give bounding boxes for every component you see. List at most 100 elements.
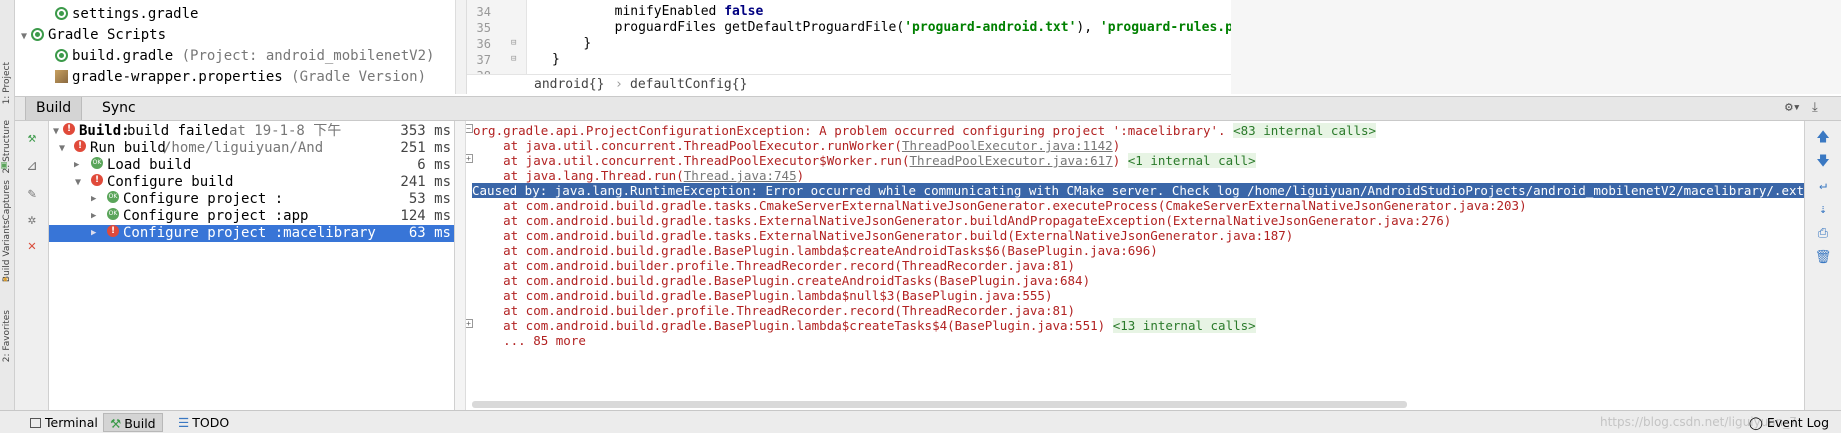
console-line: at com.android.build.gradle.BasePlugin.l… — [473, 288, 1053, 303]
fold-icon[interactable]: − — [466, 124, 473, 133]
build-output-console[interactable]: − org.gradle.api.ProjectConfigurationExc… — [466, 121, 1804, 410]
star-icon: ★ — [2, 272, 9, 285]
fold-icon[interactable]: + — [466, 319, 473, 328]
error-icon: ! — [74, 140, 86, 152]
internal-calls-badge[interactable]: <1 internal call> — [1127, 153, 1256, 168]
internal-calls-badge[interactable]: <13 internal calls> — [1112, 318, 1256, 333]
console-line: at com.android.build.gradle.tasks.Extern… — [473, 213, 1452, 228]
soft-wrap-icon[interactable]: ↵ — [1814, 177, 1832, 195]
chevron-right-icon[interactable]: ▶ — [91, 208, 96, 225]
code-line: } — [583, 36, 592, 51]
chevron-right-icon[interactable]: ▶ — [74, 157, 79, 174]
top-splitter[interactable] — [455, 0, 467, 94]
splitter[interactable] — [455, 121, 466, 410]
console-line: at java.util.concurrent.ThreadPoolExecut… — [473, 138, 1121, 153]
console-line: at com.android.build.gradle.tasks.CmakeS… — [473, 198, 1527, 213]
build-row-duration: 53 ms — [408, 191, 451, 207]
breadcrumb-separator: › — [615, 77, 623, 92]
build-row-duration: 241 ms — [400, 174, 451, 190]
close-icon[interactable]: ✕ — [23, 237, 41, 255]
tree-item-gradle-scripts[interactable]: ▼ Gradle Scripts — [17, 25, 166, 45]
build-tree: ▼ ! Build: build failed at 19-1-8 下午 353… — [49, 121, 455, 410]
error-icon: ! — [107, 225, 119, 237]
tab-todo[interactable]: ☰ TODO — [172, 413, 235, 432]
hammer-icon[interactable]: ⚒ — [23, 129, 41, 147]
chevron-down-icon[interactable]: ▼ — [55, 140, 69, 157]
chevron-down-icon[interactable]: ▼ — [17, 27, 31, 47]
build-tree-row[interactable]: ▶ OK Configure project : 53 ms — [49, 191, 454, 208]
tab-terminal[interactable]: Terminal — [24, 413, 104, 432]
tree-item-settings-gradle[interactable]: settings.gradle — [55, 4, 198, 24]
breadcrumb-android[interactable]: android{} — [534, 75, 604, 94]
source-link[interactable]: ThreadPoolExecutor.java:1142 — [902, 138, 1113, 153]
error-icon: ! — [63, 123, 75, 135]
console-line-selected: Caused by: java.lang.RuntimeException: E… — [472, 183, 1804, 198]
build-row-detail: /home/liguiyuan/Android& — [163, 140, 325, 156]
arrow-down-icon[interactable]: 🡇 — [1814, 153, 1832, 171]
captures-tool-tab[interactable]: Captures — [2, 180, 12, 220]
internal-calls-badge[interactable]: <83 internal calls> — [1233, 123, 1377, 138]
pin-icon[interactable]: ✎ — [23, 185, 41, 203]
event-log-button[interactable]: ◯ Event Log — [1749, 413, 1829, 432]
build-row-detail: build failed — [127, 123, 229, 139]
breadcrumb-default-config[interactable]: defaultConfig{} — [630, 75, 747, 94]
properties-file-icon — [55, 70, 68, 83]
chevron-down-icon[interactable]: ▼ — [71, 174, 85, 191]
editor-right-area — [1231, 0, 1841, 94]
build-toolbar: ⚒ ⊿ ✎ ✲ ✕ — [15, 121, 49, 410]
build-row-label: Build: — [79, 123, 130, 139]
tree-item-build-gradle[interactable]: build.gradle (Project: android_mobilenet… — [55, 46, 434, 66]
build-tree-row[interactable]: ▼ ! Run build /home/liguiyuan/Android& 2… — [49, 140, 454, 157]
build-row-duration: 353 ms — [400, 123, 451, 139]
build-tree-row[interactable]: ▶ OK Configure project :app 124 ms — [49, 208, 454, 225]
build-row-duration: 251 ms — [400, 140, 451, 156]
build-tree-row[interactable]: ▼ ! Configure build 241 ms — [49, 174, 454, 191]
tab-sync[interactable]: Sync — [92, 97, 146, 120]
console-line: at java.lang.Thread.run(Thread.java:745) — [473, 168, 805, 183]
print-icon[interactable]: ⎙ — [1814, 225, 1832, 243]
build-row-label: Configure project :macelibrary — [123, 225, 376, 241]
console-line: at java.util.concurrent.ThreadPoolExecut… — [473, 153, 1256, 168]
filter-icon[interactable]: ⊿ — [23, 157, 41, 175]
source-link[interactable]: ThreadPoolExecutor.java:617 — [910, 153, 1113, 168]
tab-build-bottom[interactable]: ⚒ Build — [103, 413, 163, 432]
scroll-to-end-icon[interactable]: ⇣ — [1814, 201, 1832, 219]
build-tree-row[interactable]: ▼ ! Build: build failed at 19-1-8 下午 353… — [49, 123, 454, 140]
build-row-label: Configure project :app — [123, 208, 309, 224]
code-editor[interactable]: 34 35 36 37 38 ⊟ ⊟ minifyEnabled false p… — [467, 0, 1231, 94]
favorites-tool-tab[interactable]: 2: Favorites — [2, 310, 12, 362]
fold-icon[interactable]: + — [466, 154, 473, 163]
build-tree-row[interactable]: ▶ OK Load build 6 ms — [49, 157, 454, 174]
build-tree-row-selected[interactable]: ▶ ! Configure project :macelibrary 63 ms — [49, 225, 454, 242]
project-tree: settings.gradle ▼ Gradle Scripts build.gr… — [15, 0, 455, 94]
build-row-duration: 6 ms — [417, 157, 451, 173]
build-row-time: at 19-1-8 下午 — [229, 123, 342, 139]
gear-icon[interactable]: ⚙▾ — [1785, 100, 1801, 115]
toggle-view-icon[interactable]: ✲ — [23, 211, 41, 229]
project-tool-tab[interactable]: 1: Project — [2, 62, 12, 104]
arrow-up-icon[interactable]: 🡅 — [1814, 129, 1832, 147]
code-line: minifyEnabled false — [614, 4, 764, 19]
tree-item-gradle-wrapper[interactable]: gradle-wrapper.properties (Gradle Versio… — [55, 67, 426, 87]
build-tool-window-header: Build Sync — [15, 96, 1841, 121]
console-line: at com.android.build.gradle.BasePlugin.l… — [473, 243, 1158, 258]
console-line: at com.android.builder.profile.ThreadRec… — [473, 258, 1076, 273]
chevron-down-icon[interactable]: ▼ — [49, 123, 63, 140]
terminal-icon — [30, 418, 41, 428]
fold-marker-icon[interactable]: ⊟ — [511, 54, 516, 64]
bottom-tool-bar: Terminal ⚒ Build ☰ TODO https://blog.csdn.… — [0, 410, 1841, 433]
fold-marker-icon[interactable]: ⊟ — [511, 38, 516, 48]
chevron-right-icon[interactable]: ▶ — [91, 191, 96, 208]
console-line: at com.android.builder.profile.ThreadRec… — [473, 303, 1076, 318]
gradle-icon — [55, 49, 68, 62]
hammer-icon: ⚒ — [110, 416, 122, 431]
tab-build[interactable]: Build — [25, 97, 83, 120]
chevron-right-icon[interactable]: ▶ — [91, 225, 96, 242]
horizontal-scrollbar[interactable] — [472, 401, 1407, 408]
source-link[interactable]: Thread.java:745 — [684, 168, 797, 183]
hide-icon[interactable]: ⤓ — [1812, 100, 1818, 115]
trash-icon[interactable]: 🗑 — [1814, 249, 1832, 267]
build-row-label: Run build — [90, 140, 166, 156]
console-line: org.gradle.api.ProjectConfigurationExcep… — [473, 123, 1377, 138]
code-line: } — [552, 52, 560, 67]
